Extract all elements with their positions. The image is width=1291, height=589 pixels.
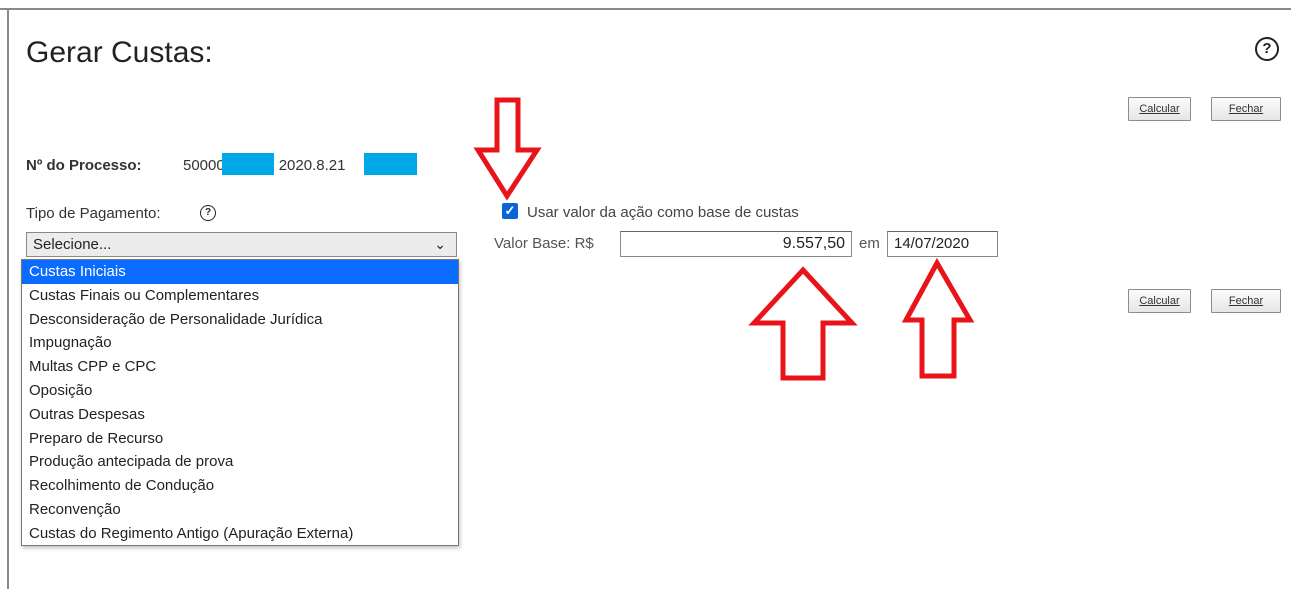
annotation-arrow-up-value [748,266,858,381]
annotation-arrow-up-date [901,257,975,379]
annotation-arrows [473,97,975,381]
annotation-arrow-down [473,97,542,201]
